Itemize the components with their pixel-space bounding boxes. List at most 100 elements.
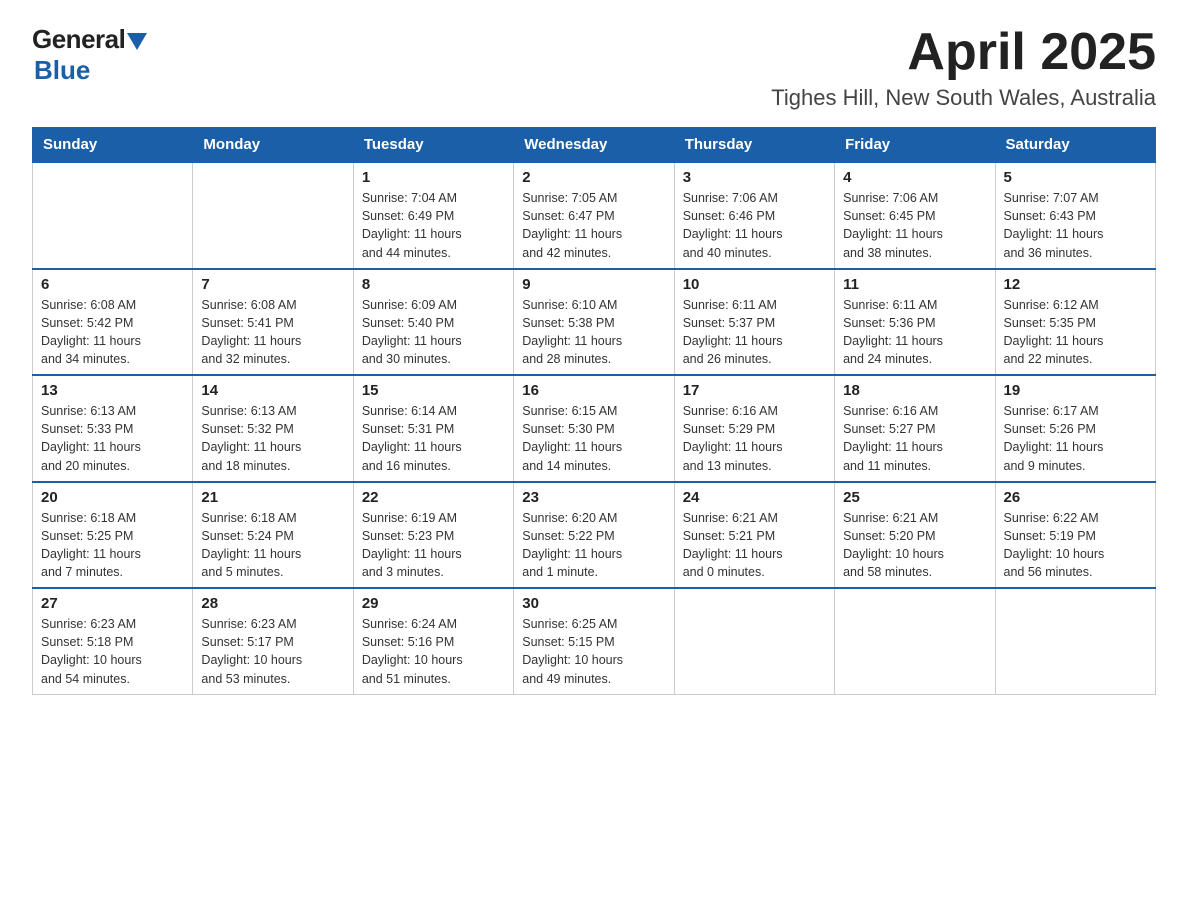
logo-blue-text: Blue — [34, 55, 90, 85]
day-info: Sunrise: 6:13 AMSunset: 5:33 PMDaylight:… — [41, 402, 184, 475]
calendar-day-cell: 19 Sunrise: 6:17 AMSunset: 5:26 PMDayligh… — [995, 375, 1155, 482]
calendar-day-header: Sunday — [33, 128, 193, 163]
day-number: 5 — [1004, 169, 1147, 186]
day-number: 9 — [522, 276, 665, 293]
calendar-day-header: Monday — [193, 128, 353, 163]
calendar-day-cell: 6 Sunrise: 6:08 AMSunset: 5:42 PMDaylight… — [33, 269, 193, 376]
day-info: Sunrise: 6:22 AMSunset: 5:19 PMDaylight:… — [1004, 509, 1147, 582]
day-info: Sunrise: 6:24 AMSunset: 5:16 PMDaylight:… — [362, 615, 505, 688]
day-number: 6 — [41, 276, 184, 293]
day-info: Sunrise: 7:06 AMSunset: 6:46 PMDaylight:… — [683, 189, 826, 262]
page-subtitle: Tighes Hill, New South Wales, Australia — [771, 85, 1156, 111]
day-info: Sunrise: 7:04 AMSunset: 6:49 PMDaylight:… — [362, 189, 505, 262]
day-number: 28 — [201, 595, 344, 612]
day-number: 7 — [201, 276, 344, 293]
calendar-day-cell: 13 Sunrise: 6:13 AMSunset: 5:33 PMDayligh… — [33, 375, 193, 482]
day-info: Sunrise: 6:11 AMSunset: 5:36 PMDaylight:… — [843, 296, 986, 369]
calendar-day-header: Wednesday — [514, 128, 674, 163]
calendar-day-cell: 15Sunrise: 6:14 AMSunset: 5:31 PMDayligh… — [353, 375, 513, 482]
calendar-day-cell — [995, 588, 1155, 694]
calendar-day-cell — [674, 588, 834, 694]
calendar-week-row: 27 Sunrise: 6:23 AMSunset: 5:18 PMDayligh… — [33, 588, 1156, 694]
day-info: Sunrise: 7:07 AMSunset: 6:43 PMDaylight:… — [1004, 189, 1147, 262]
day-number: 11 — [843, 276, 986, 293]
day-number: 13 — [41, 382, 184, 399]
day-number: 1 — [362, 169, 505, 186]
day-info: Sunrise: 6:23 AMSunset: 5:17 PMDaylight:… — [201, 615, 344, 688]
calendar-day-header: Saturday — [995, 128, 1155, 163]
day-number: 20 — [41, 489, 184, 506]
day-number: 26 — [1004, 489, 1147, 506]
calendar-day-header: Thursday — [674, 128, 834, 163]
calendar-day-cell: 11 Sunrise: 6:11 AMSunset: 5:36 PMDayligh… — [835, 269, 995, 376]
day-info: Sunrise: 6:18 AMSunset: 5:24 PMDaylight:… — [201, 509, 344, 582]
calendar-day-cell — [33, 162, 193, 269]
day-info: Sunrise: 6:21 AMSunset: 5:20 PMDaylight:… — [843, 509, 986, 582]
day-info: Sunrise: 6:18 AMSunset: 5:25 PMDaylight:… — [41, 509, 184, 582]
day-info: Sunrise: 6:08 AMSunset: 5:41 PMDaylight:… — [201, 296, 344, 369]
day-number: 17 — [683, 382, 826, 399]
day-number: 24 — [683, 489, 826, 506]
day-number: 12 — [1004, 276, 1147, 293]
day-number: 29 — [362, 595, 505, 612]
day-info: Sunrise: 7:05 AMSunset: 6:47 PMDaylight:… — [522, 189, 665, 262]
logo: General Blue — [32, 24, 147, 86]
day-info: Sunrise: 6:14 AMSunset: 5:31 PMDaylight:… — [362, 402, 505, 475]
day-info: Sunrise: 6:10 AMSunset: 5:38 PMDaylight:… — [522, 296, 665, 369]
calendar-day-cell: 25 Sunrise: 6:21 AMSunset: 5:20 PMDayligh… — [835, 482, 995, 589]
calendar-day-cell: 21Sunrise: 6:18 AMSunset: 5:24 PMDayligh… — [193, 482, 353, 589]
calendar-day-cell: 18 Sunrise: 6:16 AMSunset: 5:27 PMDayligh… — [835, 375, 995, 482]
day-info: Sunrise: 7:06 AMSunset: 6:45 PMDaylight:… — [843, 189, 986, 262]
day-info: Sunrise: 6:08 AMSunset: 5:42 PMDaylight:… — [41, 296, 184, 369]
calendar-week-row: 20 Sunrise: 6:18 AMSunset: 5:25 PMDayligh… — [33, 482, 1156, 589]
calendar-day-cell: 30 Sunrise: 6:25 AMSunset: 5:15 PMDayligh… — [514, 588, 674, 694]
calendar-day-cell: 1 Sunrise: 7:04 AMSunset: 6:49 PMDaylight… — [353, 162, 513, 269]
calendar-day-cell — [835, 588, 995, 694]
day-number: 19 — [1004, 382, 1147, 399]
calendar-day-cell: 24 Sunrise: 6:21 AMSunset: 5:21 PMDayligh… — [674, 482, 834, 589]
calendar-week-row: 13 Sunrise: 6:13 AMSunset: 5:33 PMDayligh… — [33, 375, 1156, 482]
calendar-day-cell: 12 Sunrise: 6:12 AMSunset: 5:35 PMDayligh… — [995, 269, 1155, 376]
calendar-day-cell: 7 Sunrise: 6:08 AMSunset: 5:41 PMDaylight… — [193, 269, 353, 376]
day-number: 14 — [201, 382, 344, 399]
day-info: Sunrise: 6:25 AMSunset: 5:15 PMDaylight:… — [522, 615, 665, 688]
day-info: Sunrise: 6:17 AMSunset: 5:26 PMDaylight:… — [1004, 402, 1147, 475]
day-info: Sunrise: 6:11 AMSunset: 5:37 PMDaylight:… — [683, 296, 826, 369]
calendar-day-cell: 26 Sunrise: 6:22 AMSunset: 5:19 PMDayligh… — [995, 482, 1155, 589]
day-number: 8 — [362, 276, 505, 293]
calendar-day-cell — [193, 162, 353, 269]
day-number: 18 — [843, 382, 986, 399]
day-info: Sunrise: 6:16 AMSunset: 5:29 PMDaylight:… — [683, 402, 826, 475]
calendar-header-row: SundayMondayTuesdayWednesdayThursdayFrid… — [33, 128, 1156, 163]
day-number: 25 — [843, 489, 986, 506]
day-info: Sunrise: 6:23 AMSunset: 5:18 PMDaylight:… — [41, 615, 184, 688]
day-info: Sunrise: 6:15 AMSunset: 5:30 PMDaylight:… — [522, 402, 665, 475]
calendar-day-cell: 4 Sunrise: 7:06 AMSunset: 6:45 PMDaylight… — [835, 162, 995, 269]
day-number: 4 — [843, 169, 986, 186]
day-number: 10 — [683, 276, 826, 293]
day-info: Sunrise: 6:12 AMSunset: 5:35 PMDaylight:… — [1004, 296, 1147, 369]
day-info: Sunrise: 6:16 AMSunset: 5:27 PMDaylight:… — [843, 402, 986, 475]
title-block: April 2025 Tighes Hill, New South Wales,… — [771, 24, 1156, 111]
day-number: 27 — [41, 595, 184, 612]
page-header: General Blue April 2025 Tighes Hill, New… — [32, 24, 1156, 111]
day-number: 30 — [522, 595, 665, 612]
day-info: Sunrise: 6:20 AMSunset: 5:22 PMDaylight:… — [522, 509, 665, 582]
day-number: 2 — [522, 169, 665, 186]
calendar-day-cell: 2 Sunrise: 7:05 AMSunset: 6:47 PMDaylight… — [514, 162, 674, 269]
calendar-day-header: Friday — [835, 128, 995, 163]
calendar-day-cell: 5 Sunrise: 7:07 AMSunset: 6:43 PMDaylight… — [995, 162, 1155, 269]
calendar-week-row: 6 Sunrise: 6:08 AMSunset: 5:42 PMDaylight… — [33, 269, 1156, 376]
calendar-day-header: Tuesday — [353, 128, 513, 163]
day-info: Sunrise: 6:21 AMSunset: 5:21 PMDaylight:… — [683, 509, 826, 582]
calendar-day-cell: 17 Sunrise: 6:16 AMSunset: 5:29 PMDayligh… — [674, 375, 834, 482]
calendar-day-cell: 22Sunrise: 6:19 AMSunset: 5:23 PMDayligh… — [353, 482, 513, 589]
calendar-day-cell: 16 Sunrise: 6:15 AMSunset: 5:30 PMDayligh… — [514, 375, 674, 482]
calendar-day-cell: 8Sunrise: 6:09 AMSunset: 5:40 PMDaylight… — [353, 269, 513, 376]
page-title: April 2025 — [771, 24, 1156, 81]
day-info: Sunrise: 6:13 AMSunset: 5:32 PMDaylight:… — [201, 402, 344, 475]
calendar-day-cell: 27 Sunrise: 6:23 AMSunset: 5:18 PMDayligh… — [33, 588, 193, 694]
calendar-day-cell: 14 Sunrise: 6:13 AMSunset: 5:32 PMDayligh… — [193, 375, 353, 482]
logo-triangle-icon — [127, 33, 147, 50]
day-number: 16 — [522, 382, 665, 399]
